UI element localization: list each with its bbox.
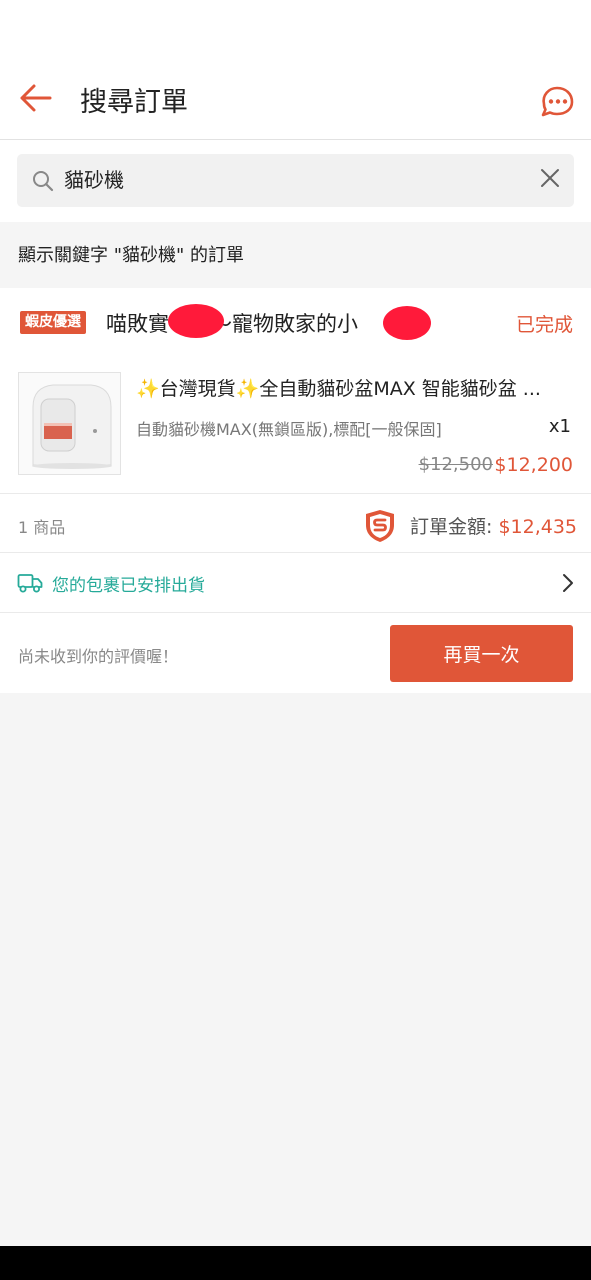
chevron-right-icon xyxy=(563,574,573,592)
close-icon[interactable] xyxy=(538,166,562,190)
search-icon xyxy=(33,171,54,192)
sale-price: $12,200 xyxy=(494,454,573,476)
keyword-info-text: 顯示關鍵字 "貓砂機" 的訂單 xyxy=(18,245,245,266)
keyword-info-bar: 顯示關鍵字 "貓砂機" 的訂單 xyxy=(0,222,591,286)
product-row[interactable]: ✨台灣現貨✨全自動貓砂盆MAX 智能貓砂盆 ... 自動貓砂機MAX(無鎖區版)… xyxy=(0,372,591,492)
review-prompt: 尚未收到你的評價喔！ xyxy=(18,647,179,666)
back-arrow-icon xyxy=(20,84,52,112)
redaction-mark xyxy=(168,304,224,338)
shop-name: 喵敗實 ～寵物敗家的小 xyxy=(106,312,379,336)
chat-button[interactable] xyxy=(537,82,577,122)
product-title: ✨台灣現貨✨全自動貓砂盆MAX 智能貓砂盆 ... xyxy=(136,378,541,400)
system-navigation-bar xyxy=(0,1246,591,1280)
order-total-row: 1 商品 訂單金額: $12,435 xyxy=(0,493,591,552)
product-quantity: x1 xyxy=(548,416,571,437)
review-row: 尚未收到你的評價喔！ 再買一次 xyxy=(0,612,591,693)
buy-again-button[interactable]: 再買一次 xyxy=(390,625,573,682)
page-title: 搜尋訂單 xyxy=(80,87,188,118)
product-image xyxy=(18,372,121,475)
chat-bubble-icon xyxy=(541,86,574,117)
search-input[interactable] xyxy=(64,154,504,207)
order-total-value: $12,435 xyxy=(498,516,578,538)
search-box xyxy=(17,154,574,207)
item-count: 1 商品 xyxy=(18,518,66,537)
top-app-bar: 搜尋訂單 xyxy=(0,60,591,140)
search-section xyxy=(0,140,591,222)
shopee-guarantee-icon xyxy=(366,510,394,542)
preferred-seller-badge: 蝦皮優選 xyxy=(20,311,86,334)
order-card[interactable]: 蝦皮優選 喵敗實 ～寵物敗家的小 已完成 ✨台灣現貨✨全自動貓砂盆MAX 智能貓… xyxy=(0,288,591,693)
order-total-label: 訂單金額: xyxy=(410,516,499,538)
truck-icon xyxy=(17,574,43,593)
status-bar-area xyxy=(0,0,591,60)
order-total: 訂單金額: $12,435 xyxy=(410,512,577,539)
shop-row[interactable]: 蝦皮優選 喵敗實 ～寵物敗家的小 已完成 xyxy=(0,288,591,358)
order-status: 已完成 xyxy=(515,314,573,336)
original-price: $12,500 xyxy=(418,454,493,475)
back-button[interactable] xyxy=(16,78,56,118)
product-variant: 自動貓砂機MAX(無鎖區版),標配[一般保固] xyxy=(136,420,442,439)
redaction-mark xyxy=(383,306,431,340)
shipping-status-row[interactable]: 您的包裹已安排出貨 xyxy=(0,552,591,612)
shipping-status-text: 您的包裹已安排出貨 xyxy=(52,576,205,596)
